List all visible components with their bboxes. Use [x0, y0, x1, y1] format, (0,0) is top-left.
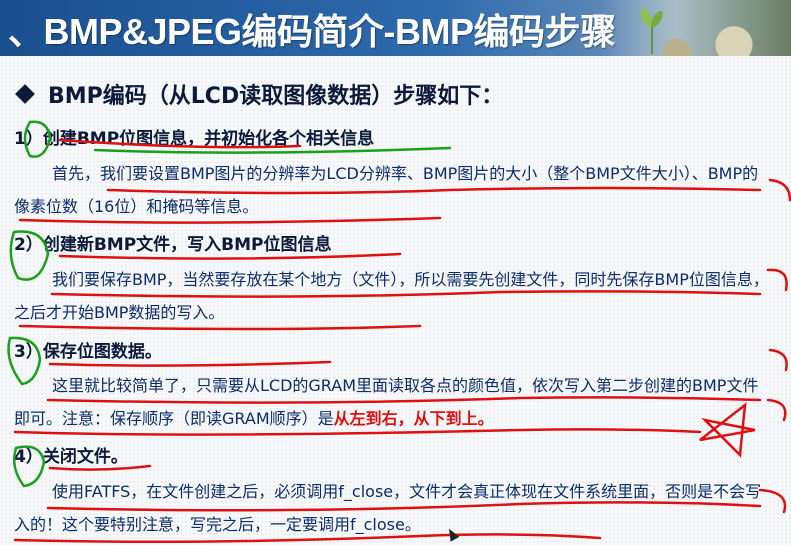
section-heading: BMP编码（从LCD读取图像数据）步骤如下：: [15, 78, 504, 110]
slide-title: 、BMP&JPEG编码简介-BMP编码步骤: [8, 11, 616, 52]
margin-mark: [768, 348, 788, 372]
bullet-diamond-icon: [15, 84, 35, 104]
sprout-stem: [651, 24, 653, 54]
heading-text: BMP编码（从LCD读取图像数据）步骤如下：: [48, 84, 504, 109]
title-banner: 、BMP&JPEG编码简介-BMP编码步骤: [0, 0, 791, 56]
step-4-label: 4）关闭文件。: [14, 447, 128, 467]
step-3-text: 这里就比较简单了，只需要从LCD的GRAM里面读取各点的颜色值，依次写入第二步创…: [14, 376, 759, 428]
step-1-label: 1）创建BMP位图信息，并初始化各个相关信息: [14, 129, 375, 149]
step-2-text: 我们要保存BMP，当然要存放在某个地方（文件），所以需要先创建文件，同时先保存B…: [14, 270, 769, 322]
underline-step3: [48, 360, 332, 367]
step-3-emphasis: 从左到右，从下到上。: [333, 409, 494, 428]
step-4-text: 使用FATFS，在文件创建之后，必须调用f_close，文件才会真正体现在文件系…: [14, 482, 762, 534]
banner-decor-image: [601, 0, 791, 56]
step-3-label: 3）保存位图数据。: [14, 342, 162, 362]
step-1-text: 首先，我们要设置BMP图片的分辨率为LCD分辨率、BMP图片的大小（整个BMP文…: [14, 164, 759, 216]
step-2-label: 2）创建新BMP文件，写入BMP位图信息: [14, 235, 332, 255]
